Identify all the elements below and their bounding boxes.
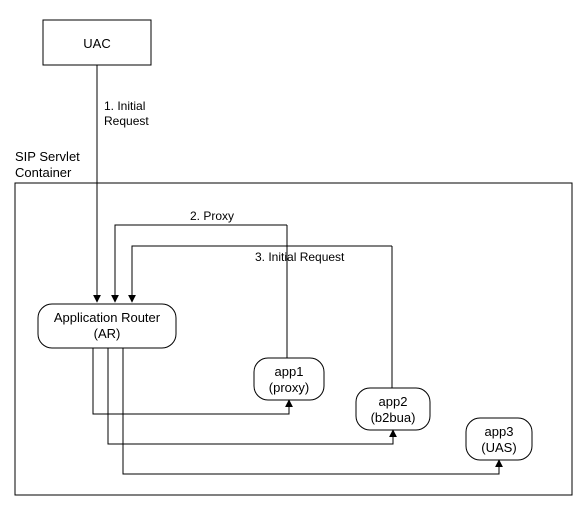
container-label-line1: SIP Servlet bbox=[15, 149, 80, 164]
app2-node: app2 (b2bua) bbox=[356, 388, 430, 430]
app3-node: app3 (UAS) bbox=[466, 418, 532, 460]
container-label-line2: Container bbox=[15, 165, 72, 180]
edge1-label-line1: 1. Initial bbox=[104, 99, 145, 113]
app3-label-line1: app3 bbox=[485, 424, 514, 439]
container-label-group: SIP Servlet Container bbox=[15, 149, 80, 180]
app1-label-line1: app1 bbox=[275, 364, 304, 379]
app2-label-line2: (b2bua) bbox=[371, 410, 416, 425]
application-router-node: Application Router (AR) bbox=[38, 304, 176, 348]
app1-node: app1 (proxy) bbox=[254, 358, 324, 400]
uac-label: UAC bbox=[83, 36, 110, 51]
edge1-label-line2: Request bbox=[104, 114, 149, 128]
uac-node: UAC bbox=[43, 20, 151, 65]
edge-ar-to-app2 bbox=[108, 348, 393, 444]
edge3-label: 3. Initial Request bbox=[255, 250, 345, 264]
app2-label-line1: app2 bbox=[379, 394, 408, 409]
ar-label-line2: (AR) bbox=[94, 326, 121, 341]
app1-label-line2: (proxy) bbox=[269, 380, 309, 395]
app3-label-line2: (UAS) bbox=[481, 440, 516, 455]
ar-label-line1: Application Router bbox=[54, 310, 161, 325]
edge2-label: 2. Proxy bbox=[190, 209, 234, 223]
